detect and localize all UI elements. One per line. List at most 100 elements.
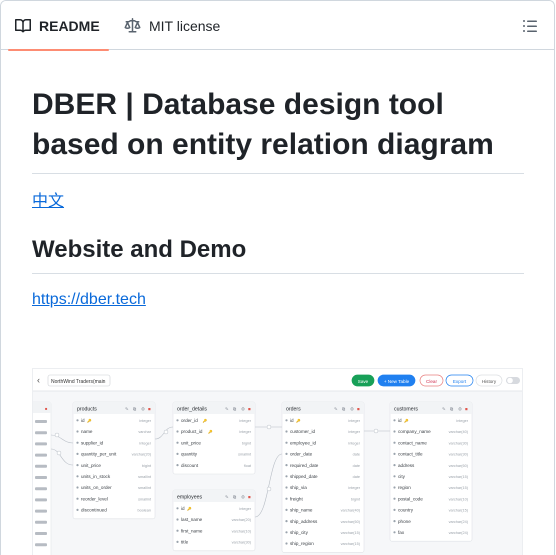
table-orders: orders ✎ ⧉ ⚙ ■id 🔑 integercustomer_id integerem… [281, 401, 365, 553]
field-dot [285, 430, 288, 433]
field-type: varchar [138, 430, 151, 434]
field-type: integer [348, 486, 360, 490]
new-table-label: + New Table [384, 379, 410, 384]
clear-button[interactable]: Clear [419, 374, 444, 387]
field-name: shipped_date [290, 474, 318, 479]
field-name: freight [290, 496, 303, 501]
field-name: city [398, 474, 406, 479]
field-type: varchar(60) [449, 464, 469, 468]
field-dot [176, 518, 179, 521]
field-type: varchar(30) [232, 541, 252, 545]
field-name: first_name [181, 528, 203, 533]
field-type: integer [239, 507, 251, 511]
field-dot [76, 441, 79, 444]
field-type: integer [239, 419, 251, 423]
table-order-details: order_details ✎ ⧉ ⚙ ■order_id 🔑 integerproduct… [172, 401, 256, 475]
field-dot [393, 464, 396, 467]
key-icon: 🔑 [187, 506, 192, 511]
relation-marker [163, 429, 169, 435]
section-heading: Website and Demo [32, 235, 524, 274]
new-table-button[interactable]: + New Table [377, 374, 416, 387]
field-type: smallint [138, 497, 152, 501]
field-name: id [398, 418, 402, 423]
field-dot [285, 419, 288, 422]
field-type: integer [239, 430, 251, 434]
field-name: unit_price [181, 440, 201, 445]
table-of-contents-button[interactable] [520, 16, 540, 36]
table-name: customers [394, 407, 418, 413]
field-name: id [81, 418, 85, 423]
field-type: varchar(24) [449, 531, 469, 535]
table-name: orders [286, 407, 301, 413]
field-type: float [244, 464, 252, 468]
field-type: varchar(10) [449, 497, 469, 501]
field-dot [176, 430, 179, 433]
field-name: contact_name [398, 440, 427, 445]
readme-panel: README MIT license DBER | Database desig… [0, 0, 555, 555]
relation-marker [266, 486, 272, 492]
field-name: units_on_order [81, 485, 112, 490]
website-link[interactable]: https://dber.tech [32, 289, 524, 311]
table-customers: customers ✎ ⧉ ⚙ ■id 🔑 integercompany_name varch… [389, 401, 473, 542]
field-type: varchar(10) [232, 529, 252, 533]
field-dot [76, 486, 79, 489]
save-label: Save [358, 379, 369, 384]
field-name: order_date [290, 452, 313, 457]
field-dot [393, 508, 396, 511]
field-dot [393, 452, 396, 455]
field-dot [176, 419, 179, 422]
field-name: name [81, 429, 93, 434]
field-type: varchar(24) [449, 520, 469, 524]
field-name: ship_address [290, 519, 318, 524]
table-products: products ✎ ⧉ ⚙ ■id 🔑 integername varcharsupplie… [72, 401, 156, 520]
field-dot [393, 531, 396, 534]
field-dot [393, 486, 396, 489]
field-dot [176, 452, 179, 455]
field-name: employee_id [290, 440, 316, 445]
relation-line [50, 434, 74, 444]
field-type: smallint [138, 486, 152, 490]
field-dot [285, 542, 288, 545]
history-button[interactable]: History [475, 374, 503, 387]
field-name: units_in_stock [81, 474, 111, 479]
field-type: varchar(20) [132, 453, 152, 457]
relation-marker [266, 424, 272, 430]
field-dot [176, 529, 179, 532]
field-dot [76, 430, 79, 433]
field-name: company_name [398, 429, 431, 434]
field-name: reorder_level [81, 496, 108, 501]
delete-icon: ■ [248, 407, 251, 412]
field-dot [285, 508, 288, 511]
demo-screenshot: ‹ NorthWind Traders(main Save + New Table Cl… [32, 368, 523, 555]
table-employees: employees ✎ ⧉ ⚙ ■id 🔑 integerlast_name varchar(… [172, 489, 256, 552]
edit-icon: ✎ [225, 495, 229, 500]
field-name: ship_name [290, 508, 313, 513]
field-type: varchar(15) [341, 542, 361, 546]
export-label: Export [453, 379, 467, 384]
field-dot [393, 441, 396, 444]
field-dot [76, 464, 79, 467]
field-dot [176, 441, 179, 444]
table-name: employees [177, 495, 202, 501]
field-type: bigint [351, 497, 361, 501]
clear-label: Clear [426, 379, 437, 384]
tab-readme[interactable]: README [8, 1, 109, 51]
field-type: varchar(15) [449, 509, 469, 513]
field-name: last_name [181, 517, 203, 522]
export-button[interactable]: Export [445, 374, 474, 387]
key-icon: 🔑 [203, 418, 208, 423]
tab-license[interactable]: MIT license [124, 1, 220, 50]
field-type: date [353, 453, 360, 457]
field-type: integer [348, 419, 360, 423]
field-name: fax [398, 530, 405, 535]
field-dot [176, 464, 179, 467]
chinese-link[interactable]: 中文 [32, 191, 524, 213]
field-dot [285, 531, 288, 534]
field-type: smallint [238, 453, 252, 457]
save-button[interactable]: Save [351, 374, 375, 387]
field-name: quantity_per_unit [81, 452, 117, 457]
field-type: varchar(15) [449, 486, 469, 490]
table-name: products [77, 407, 97, 413]
edit-icon: ✎ [442, 407, 446, 412]
delete-icon: ■ [357, 407, 360, 412]
